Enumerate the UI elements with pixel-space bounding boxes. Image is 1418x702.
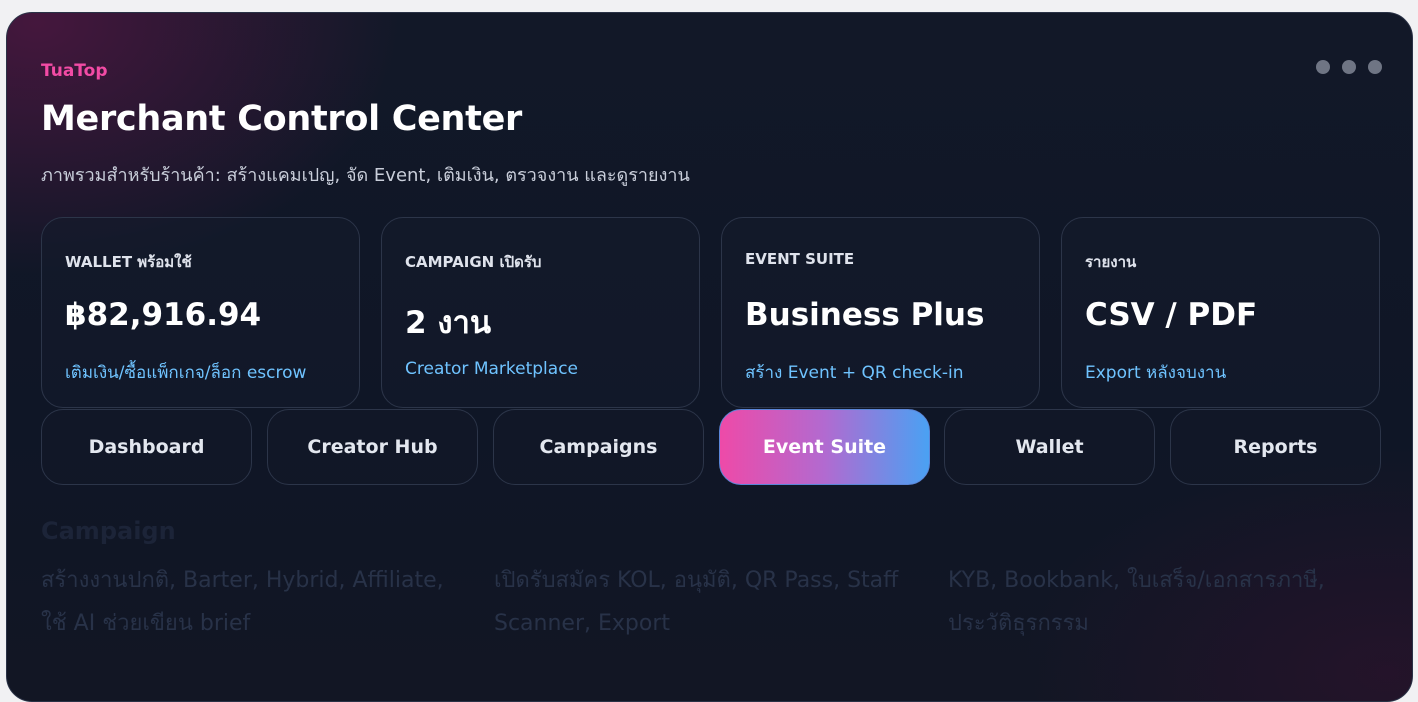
- more-menu-icon[interactable]: [1316, 60, 1382, 74]
- feature-text-event: เปิดรับสมัคร KOL, อนุมัติ, QR Pass, Staf…: [494, 568, 899, 636]
- page-title: Merchant Control Center: [41, 99, 522, 139]
- stat-label: EVENT SUITE: [745, 250, 855, 268]
- section-title: Campaign: [41, 517, 176, 545]
- stat-card-reports[interactable]: รายงาน CSV / PDF Export หลังจบงาน: [1061, 217, 1380, 408]
- stat-link[interactable]: สร้าง Event + QR check-in: [745, 359, 964, 386]
- stat-link[interactable]: Creator Marketplace: [405, 359, 578, 379]
- stat-value: Business Plus: [745, 297, 985, 333]
- stat-label: WALLET พร้อมใช้: [65, 253, 192, 271]
- brand-label: TuaTop: [41, 61, 108, 81]
- menu-dot: [1368, 60, 1382, 74]
- feature-text-wallet: KYB, Bookbank, ใบเสร็จ/เอกสารภาษี, ประวั…: [948, 568, 1325, 636]
- menu-dot: [1342, 60, 1356, 74]
- stat-card-campaign[interactable]: CAMPAIGN เปิดรับ 2 งาน Creator Marketpla…: [381, 217, 700, 408]
- tab-wallet[interactable]: Wallet: [944, 409, 1155, 485]
- tab-dashboard[interactable]: Dashboard: [41, 409, 252, 485]
- stat-link[interactable]: Export หลังจบงาน: [1085, 359, 1226, 386]
- stat-link[interactable]: เติมเงิน/ซื้อแพ็กเกจ/ล็อก escrow: [65, 359, 306, 386]
- page-subtitle: ภาพรวมสำหรับร้านค้า: สร้างแคมเปญ, จัด Ev…: [41, 165, 690, 186]
- stat-value: CSV / PDF: [1085, 297, 1258, 333]
- stat-value: 2 งาน: [405, 305, 492, 341]
- feature-text-campaign: สร้างงานปกติ, Barter, Hybrid, Affiliate,…: [41, 568, 444, 636]
- stat-value: ฿82,916.94: [65, 297, 262, 333]
- stat-label: CAMPAIGN เปิดรับ: [405, 253, 542, 271]
- stat-label: รายงาน: [1085, 253, 1137, 271]
- menu-dot: [1316, 60, 1330, 74]
- tab-creator-hub[interactable]: Creator Hub: [267, 409, 478, 485]
- tab-campaigns[interactable]: Campaigns: [493, 409, 704, 485]
- stat-card-wallet[interactable]: WALLET พร้อมใช้ ฿82,916.94 เติมเงิน/ซื้อ…: [41, 217, 360, 408]
- tab-reports[interactable]: Reports: [1170, 409, 1381, 485]
- merchant-panel: TuaTop Merchant Control Center ภาพรวมสำห…: [6, 12, 1413, 702]
- tab-event-suite[interactable]: Event Suite: [719, 409, 930, 485]
- stat-card-event-suite[interactable]: EVENT SUITE Business Plus สร้าง Event + …: [721, 217, 1040, 408]
